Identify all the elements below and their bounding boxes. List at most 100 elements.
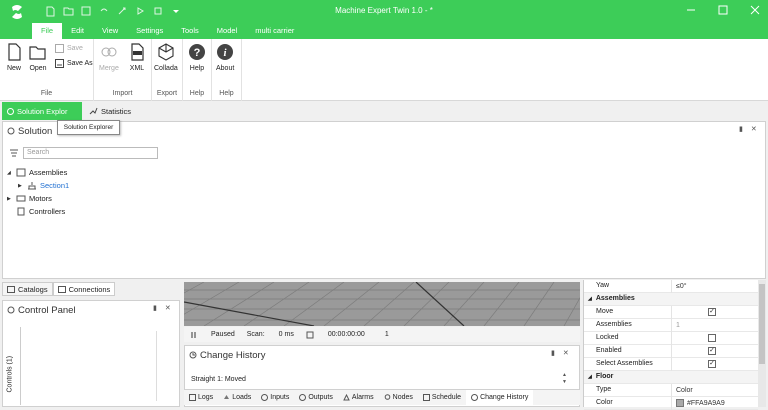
loads-icon xyxy=(224,395,230,399)
merge-button[interactable]: Merge xyxy=(99,43,119,72)
tab-outputs[interactable]: Outputs xyxy=(294,390,338,406)
prop-label-locked: Locked xyxy=(584,331,672,345)
prop-value-type[interactable]: Color xyxy=(672,387,693,394)
filter-icon[interactable] xyxy=(9,149,19,157)
close-panel-icon[interactable]: ✕ xyxy=(563,349,569,357)
tab-statistics[interactable]: Statistics xyxy=(84,102,136,120)
tab-schedule-label: Schedule xyxy=(431,394,462,401)
collapse-arrow-icon[interactable]: ◢ xyxy=(588,374,592,380)
xml-button[interactable]: XML xyxy=(128,43,146,72)
search-input[interactable]: Search xyxy=(23,147,158,159)
menu-file[interactable]: File xyxy=(32,23,63,39)
tree-node-section1[interactable]: ▶ Section1 xyxy=(7,179,69,192)
tree-node-motors[interactable]: ▶ Motors xyxy=(7,192,69,205)
tab-change-history-label: Change History xyxy=(480,394,529,401)
new-button[interactable]: New xyxy=(5,43,23,72)
maximize-icon[interactable] xyxy=(716,3,730,17)
collapse-arrow-icon[interactable]: ◢ xyxy=(7,170,13,176)
prop-value-color[interactable]: #FFA9A9A9 xyxy=(687,400,725,407)
menu-edit[interactable]: Edit xyxy=(62,23,93,39)
pause-icon[interactable] xyxy=(189,331,199,339)
prop-row-assemblies[interactable]: Assemblies 1 xyxy=(584,318,758,332)
history-scroll-arrows[interactable]: ▲ ▼ xyxy=(562,372,571,388)
change-history-controls: ▮ ✕ xyxy=(551,349,569,357)
expand-arrow-icon[interactable]: ▶ xyxy=(7,196,13,202)
history-icon xyxy=(189,351,197,359)
prop-row-select-assemblies[interactable]: Select Assemblies ✓ xyxy=(584,357,758,371)
statistics-icon xyxy=(89,107,98,115)
tab-logs[interactable]: Logs xyxy=(184,390,218,406)
prop-row-enabled[interactable]: Enabled ✓ xyxy=(584,344,758,358)
scan-label: Scan: xyxy=(246,331,265,338)
color-swatch[interactable] xyxy=(676,399,684,407)
minimize-icon[interactable] xyxy=(684,3,698,17)
prop-value-yaw[interactable]: ≤0° xyxy=(672,283,687,290)
save-as-button[interactable]: Save As xyxy=(55,59,93,68)
enabled-checkbox[interactable]: ✓ xyxy=(708,347,716,355)
pin-icon[interactable]: ▮ xyxy=(551,349,555,357)
controls-side-tab[interactable]: Controls (1) xyxy=(3,328,17,400)
solution-icon xyxy=(7,107,14,115)
prop-category-floor-label: Floor xyxy=(595,372,614,380)
prop-row-color[interactable]: Color #FFA9A9A9 xyxy=(584,396,758,410)
menu-multi-carrier[interactable]: multi carrier xyxy=(246,23,303,39)
prop-category-floor[interactable]: ◢ Floor xyxy=(584,371,758,384)
tab-catalogs[interactable]: Catalogs xyxy=(2,282,53,296)
ribbon-group-about: i About Help xyxy=(212,39,242,101)
properties-scrollbar[interactable] xyxy=(758,280,766,407)
change-history-entry[interactable]: Straight 1: Moved xyxy=(191,376,246,383)
menu-tools[interactable]: Tools xyxy=(172,23,208,39)
locked-checkbox[interactable] xyxy=(708,334,716,342)
ribbon-group-about-label: Help xyxy=(219,90,234,97)
tree-label-assemblies: Assemblies xyxy=(29,168,68,177)
tab-logs-label: Logs xyxy=(198,394,214,401)
menu-view[interactable]: View xyxy=(93,23,127,39)
inputs-icon xyxy=(261,394,269,401)
expand-arrow-icon[interactable]: ▶ xyxy=(18,183,24,189)
ribbon-group-export-label: Export xyxy=(156,90,178,97)
change-history-header: Change History xyxy=(185,346,579,364)
scrollbar-thumb[interactable] xyxy=(759,284,765,364)
prop-row-locked[interactable]: Locked xyxy=(584,331,758,345)
collapse-arrow-icon[interactable]: ◢ xyxy=(588,296,592,302)
close-panel-icon[interactable]: ✕ xyxy=(751,125,757,133)
tab-solution-explorer[interactable]: Solution Explor xyxy=(2,102,82,120)
tab-schedule[interactable]: Schedule xyxy=(418,390,466,406)
tab-loads-label: Loads xyxy=(232,394,252,401)
open-button[interactable]: Open xyxy=(29,43,47,72)
tab-nodes[interactable]: Nodes xyxy=(379,390,418,406)
prop-label-enabled: Enabled xyxy=(584,344,672,358)
select-assemblies-checkbox[interactable]: ✓ xyxy=(708,360,716,368)
tab-connections-label: Connections xyxy=(68,284,111,294)
close-panel-icon[interactable]: ✕ xyxy=(165,304,171,312)
tab-inputs[interactable]: Inputs xyxy=(256,390,294,406)
about-button[interactable]: i About xyxy=(216,43,234,72)
ribbon-group-import-label: Import xyxy=(112,90,133,97)
prop-row-type[interactable]: Type Color xyxy=(584,383,758,397)
tab-change-history[interactable]: Change History xyxy=(466,389,534,406)
merge-icon xyxy=(101,47,117,57)
prop-value-assemblies[interactable]: 1 xyxy=(672,322,680,329)
pin-icon[interactable]: ▮ xyxy=(153,304,157,312)
prop-category-assemblies[interactable]: ◢ Assemblies xyxy=(584,293,758,306)
tab-connections[interactable]: Connections xyxy=(52,282,116,296)
menu-settings[interactable]: Settings xyxy=(127,23,172,39)
ribbon-group-help-label: Help xyxy=(189,90,205,97)
tab-alarms[interactable]: Alarms xyxy=(338,390,379,406)
solution-explorer-panel: Solution ▮ ✕ Search ◢ Assemblies ▶ Secti… xyxy=(2,121,766,279)
close-icon[interactable] xyxy=(748,3,762,17)
help-button-label: Help xyxy=(189,65,205,72)
3d-viewport[interactable] xyxy=(184,282,580,326)
tab-loads[interactable]: Loads xyxy=(218,390,256,406)
tree-node-assemblies[interactable]: ◢ Assemblies xyxy=(7,166,69,179)
tree-node-controllers[interactable]: Controllers xyxy=(7,205,69,218)
menu-model[interactable]: Model xyxy=(208,23,246,39)
save-as-button-label: Save As xyxy=(67,60,93,67)
prop-row-yaw[interactable]: Yaw ≤0° xyxy=(584,279,758,293)
collada-button[interactable]: Collada xyxy=(154,43,178,72)
pin-icon[interactable]: ▮ xyxy=(739,125,743,133)
move-checkbox[interactable]: ✓ xyxy=(708,308,716,316)
prop-row-move[interactable]: Move ✓ xyxy=(584,305,758,319)
save-button[interactable]: Save xyxy=(55,44,83,53)
help-button[interactable]: ? Help xyxy=(188,43,206,72)
